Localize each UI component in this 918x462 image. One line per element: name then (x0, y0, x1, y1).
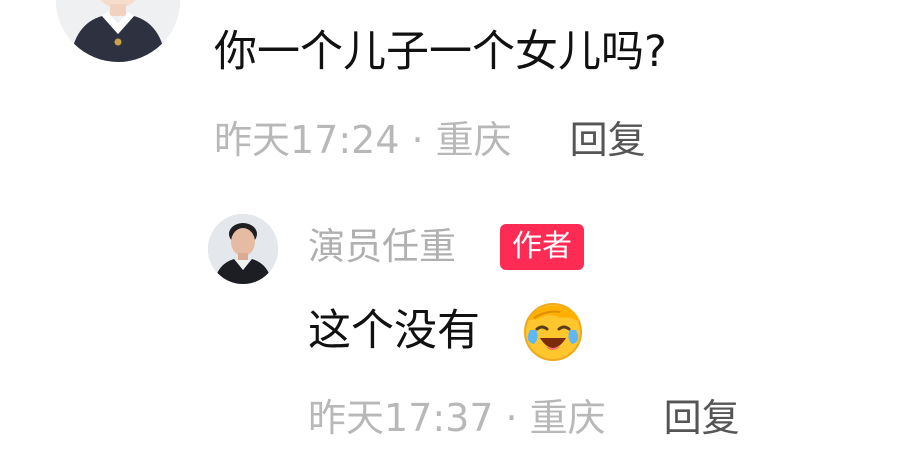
replier-avatar[interactable] (208, 214, 278, 284)
comment-location: 重庆 (435, 118, 512, 162)
comment-meta: 昨天17:24 · 重庆 回复 (214, 112, 646, 168)
man-portrait-icon (208, 214, 278, 284)
comment-text: 你一个儿子一个女儿吗? (214, 27, 667, 77)
reply-text: 这个没有 (308, 306, 480, 356)
reply-meta: 昨天17:37 · 重庆 回复 (308, 390, 740, 446)
comment-thread: 你一个儿子一个女儿吗? 昨天17:24·重庆回复 演员任重 作者 这个没有 (0, 0, 918, 462)
meta-separator: · (411, 118, 424, 162)
comment-reply-button[interactable]: 回复 (570, 118, 646, 162)
crying-laughing-emoji-icon (520, 298, 586, 364)
reply-location: 重庆 (529, 396, 606, 440)
reply-reply-button[interactable]: 回复 (664, 396, 740, 440)
child-portrait-icon (56, 0, 180, 62)
comment-time: 昨天17:24 (214, 118, 400, 162)
meta-separator: · (505, 396, 518, 440)
replier-username[interactable]: 演员任重 (308, 220, 456, 274)
author-badge: 作者 (500, 224, 584, 270)
commenter-avatar[interactable] (56, 0, 180, 62)
reply-time: 昨天17:37 (308, 396, 494, 440)
